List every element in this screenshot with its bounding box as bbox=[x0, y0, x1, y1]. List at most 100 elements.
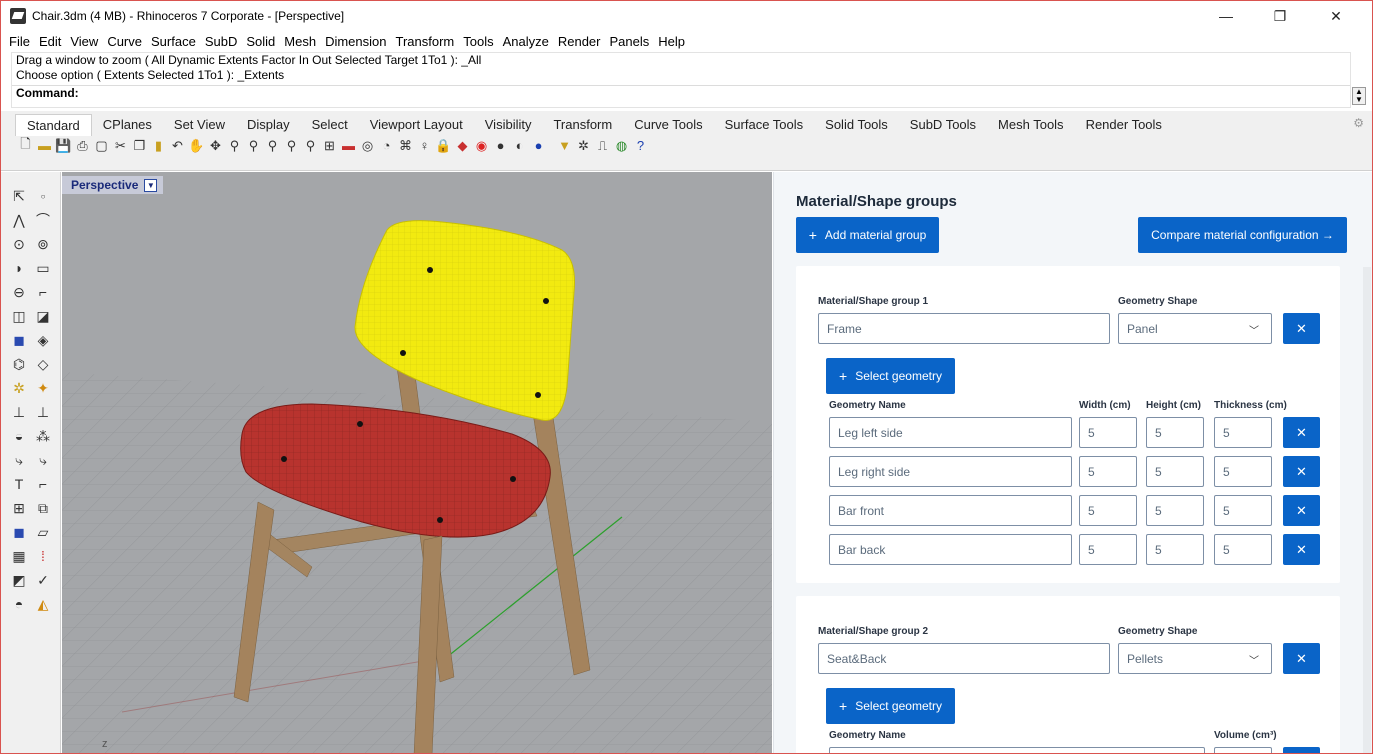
volume-input[interactable] bbox=[1214, 747, 1272, 753]
block-icon[interactable]: ⧉ bbox=[33, 498, 53, 518]
help-icon[interactable]: ? bbox=[632, 137, 649, 154]
check-icon[interactable]: ✓ bbox=[33, 570, 53, 590]
height-input[interactable]: 5 bbox=[1146, 417, 1204, 448]
split-icon[interactable]: ⊥ bbox=[33, 402, 53, 422]
remove-group-button[interactable]: ✕ bbox=[1283, 643, 1320, 674]
render-sphere-icon[interactable]: ● bbox=[492, 137, 509, 154]
trim-icon[interactable]: ⊥ bbox=[9, 402, 29, 422]
menu-view[interactable]: View bbox=[70, 34, 98, 49]
menu-solid[interactable]: Solid bbox=[246, 34, 275, 49]
command-prompt[interactable]: Command: bbox=[12, 85, 1350, 101]
box-icon[interactable]: ◼ bbox=[9, 330, 29, 350]
dimension-icon[interactable]: ⌐ bbox=[33, 474, 53, 494]
remove-geometry-button[interactable] bbox=[1283, 747, 1320, 753]
tab-render-tools[interactable]: Render Tools bbox=[1075, 114, 1173, 136]
panel-scrollbar[interactable] bbox=[1363, 267, 1371, 753]
analysis-icon[interactable]: ◩ bbox=[9, 570, 29, 590]
car-icon[interactable]: ▬ bbox=[340, 137, 357, 154]
perspective-viewport[interactable]: z Perspective ▼ bbox=[62, 172, 772, 753]
viewport-title-tab[interactable]: Perspective ▼ bbox=[62, 176, 164, 194]
tab-solid-tools[interactable]: Solid Tools bbox=[814, 114, 899, 136]
analyze-icon[interactable]: ⌘ bbox=[397, 137, 414, 154]
tab-select[interactable]: Select bbox=[301, 114, 359, 136]
remove-geometry-button[interactable]: ✕ bbox=[1283, 534, 1320, 565]
arc-icon[interactable]: ◗ bbox=[9, 258, 29, 278]
open-icon[interactable]: ▬ bbox=[36, 137, 53, 154]
geometry-name-input[interactable] bbox=[829, 747, 1205, 753]
polyline-icon[interactable]: ⋀ bbox=[9, 210, 29, 230]
explode-icon[interactable]: ✦ bbox=[33, 378, 53, 398]
light-icon[interactable]: ♀ bbox=[416, 137, 433, 154]
group-name-input[interactable]: Seat&Back bbox=[818, 643, 1110, 674]
remove-group-button[interactable]: ✕ bbox=[1283, 313, 1320, 344]
surface-icon[interactable]: ◫ bbox=[9, 306, 29, 326]
control-point[interactable] bbox=[400, 350, 406, 356]
menu-transform[interactable]: Transform bbox=[395, 34, 454, 49]
close-button[interactable]: ✕ bbox=[1313, 1, 1359, 31]
zoom-selected-icon[interactable]: ⚲ bbox=[283, 137, 300, 154]
tab-mesh-tools[interactable]: Mesh Tools bbox=[987, 114, 1075, 136]
curve-icon[interactable]: ⌒ bbox=[33, 210, 53, 230]
control-point[interactable] bbox=[357, 421, 363, 427]
tab-display[interactable]: Display bbox=[236, 114, 301, 136]
tab-surface-tools[interactable]: Surface Tools bbox=[714, 114, 815, 136]
gear-tool-icon[interactable]: ✲ bbox=[9, 378, 29, 398]
remove-geometry-button[interactable]: ✕ bbox=[1283, 495, 1320, 526]
control-point[interactable] bbox=[437, 517, 443, 523]
named-view-icon[interactable]: ◎ bbox=[359, 137, 376, 154]
thickness-input[interactable]: 5 bbox=[1214, 456, 1272, 487]
cplane-icon[interactable]: ◔ bbox=[378, 137, 395, 154]
menu-analyze[interactable]: Analyze bbox=[503, 34, 549, 49]
filter-icon[interactable]: ▼ bbox=[556, 137, 573, 154]
paste-icon[interactable]: ▮ bbox=[150, 137, 167, 154]
zoom-all-icon[interactable]: ⚲ bbox=[302, 137, 319, 154]
rotate-icon[interactable]: ✥ bbox=[207, 137, 224, 154]
tab-curve-tools[interactable]: Curve Tools bbox=[623, 114, 713, 136]
width-input[interactable]: 5 bbox=[1079, 534, 1137, 565]
render-tool-icon[interactable]: ◓ bbox=[9, 594, 29, 614]
select-arrow-icon[interactable]: ⇱ bbox=[9, 186, 29, 206]
blue-sphere-icon[interactable]: ● bbox=[530, 137, 547, 154]
tab-set-view[interactable]: Set View bbox=[163, 114, 236, 136]
tab-viewport-layout[interactable]: Viewport Layout bbox=[359, 114, 474, 136]
plane-icon[interactable]: ▱ bbox=[33, 522, 53, 542]
zoom-window-icon[interactable]: ⚲ bbox=[245, 137, 262, 154]
paint-icon[interactable]: ◭ bbox=[33, 594, 53, 614]
remove-geometry-button[interactable]: ✕ bbox=[1283, 417, 1320, 448]
control-point[interactable] bbox=[510, 476, 516, 482]
menu-render[interactable]: Render bbox=[558, 34, 601, 49]
menu-file[interactable]: File bbox=[9, 34, 30, 49]
geometry-shape-select[interactable]: Pellets ﹀ bbox=[1118, 643, 1272, 674]
grasshopper-icon[interactable]: ⎍ bbox=[594, 137, 611, 154]
thickness-input[interactable]: 5 bbox=[1214, 534, 1272, 565]
width-input[interactable]: 5 bbox=[1079, 417, 1137, 448]
restore-button[interactable]: ❐ bbox=[1257, 1, 1303, 31]
globe-icon[interactable]: ◍ bbox=[613, 137, 630, 154]
array-icon[interactable]: ⁞ bbox=[33, 546, 53, 566]
fillet-curve-icon[interactable]: ⌐ bbox=[33, 282, 53, 302]
import-icon[interactable]: ▢ bbox=[93, 137, 110, 154]
control-point[interactable] bbox=[427, 267, 433, 273]
zoom-icon[interactable]: ⚲ bbox=[226, 137, 243, 154]
undo-icon[interactable]: ↶ bbox=[169, 137, 186, 154]
tab-subd-tools[interactable]: SubD Tools bbox=[899, 114, 987, 136]
viewport-menu-caret-icon[interactable]: ▼ bbox=[144, 178, 158, 192]
text-icon[interactable]: T bbox=[9, 474, 29, 494]
four-view-icon[interactable]: ⊞ bbox=[321, 137, 338, 154]
new-icon[interactable]: 🗋 bbox=[17, 136, 34, 154]
circle-3pt-icon[interactable]: ⊚ bbox=[33, 234, 53, 254]
subd-icon[interactable]: ◇ bbox=[33, 354, 53, 374]
menu-panels[interactable]: Panels bbox=[609, 34, 649, 49]
point-icon[interactable]: ○ bbox=[33, 186, 53, 206]
menu-dimension[interactable]: Dimension bbox=[325, 34, 386, 49]
tab-visibility[interactable]: Visibility bbox=[474, 114, 543, 136]
thickness-input[interactable]: 5 bbox=[1214, 495, 1272, 526]
select-geometry-button[interactable]: + Select geometry bbox=[826, 688, 955, 724]
pan-icon[interactable]: ✋ bbox=[188, 137, 205, 154]
print-icon[interactable]: ⎙ bbox=[74, 137, 91, 154]
height-input[interactable]: 5 bbox=[1146, 534, 1204, 565]
loft-icon[interactable]: ◪ bbox=[33, 306, 53, 326]
menu-edit[interactable]: Edit bbox=[39, 34, 61, 49]
minimize-button[interactable]: — bbox=[1203, 1, 1249, 31]
menu-surface[interactable]: Surface bbox=[151, 34, 196, 49]
